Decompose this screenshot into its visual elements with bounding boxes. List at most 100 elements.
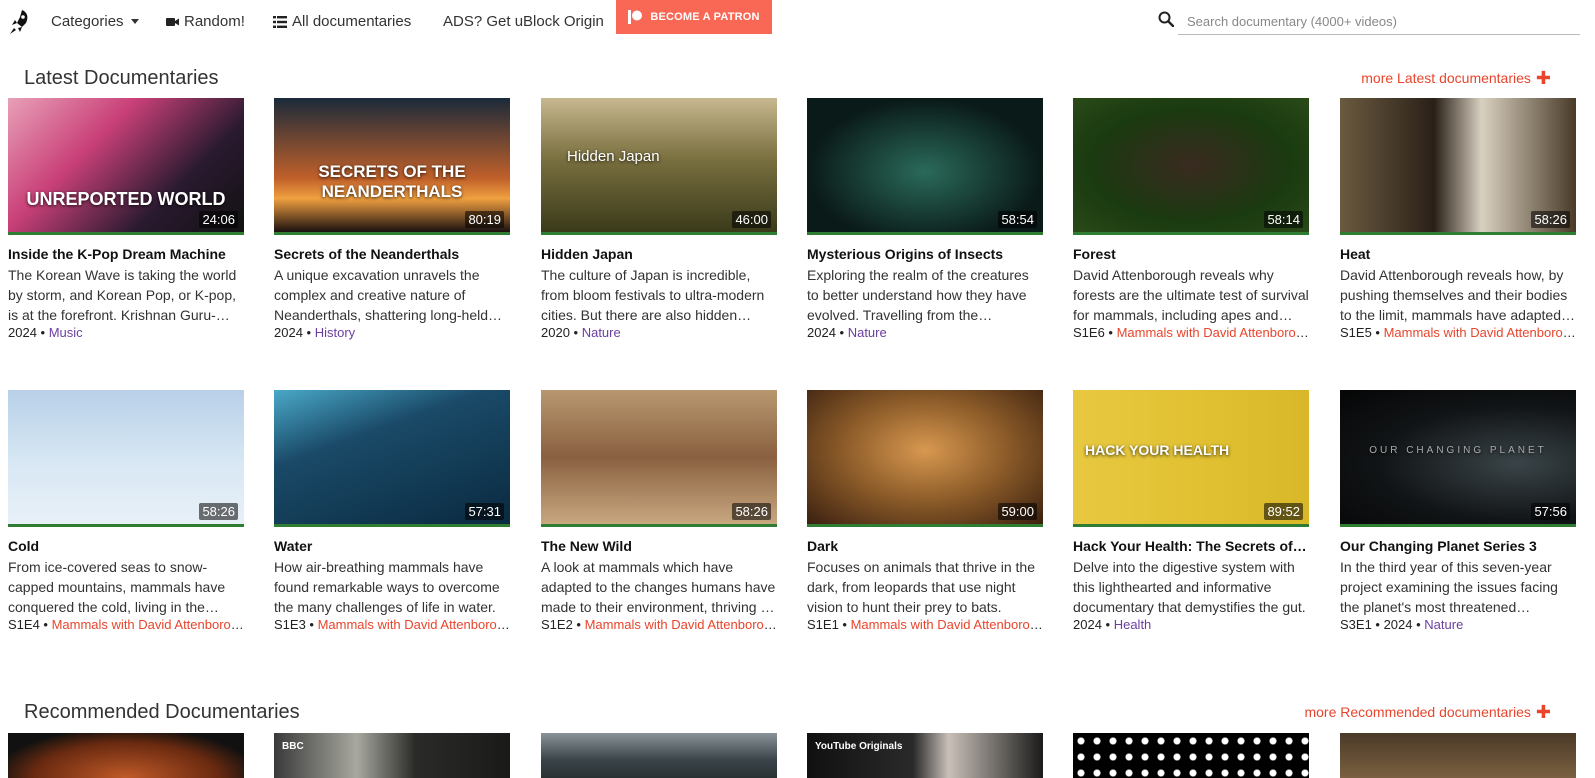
thumbnail[interactable]: 58:26: [8, 390, 244, 527]
thumbnail[interactable]: HACK YOUR HEALTH 89:52: [1073, 390, 1309, 527]
documentary-card[interactable]: 58:54 Mysterious Origins of Insects Explor…: [807, 98, 1043, 340]
more-recommended-link[interactable]: more Recommended documentaries ✚: [1304, 703, 1551, 721]
more-latest-link[interactable]: more Latest documentaries ✚: [1361, 69, 1551, 87]
recommended-thumbnail[interactable]: BBC: [274, 733, 510, 778]
category-link[interactable]: Mammals with David Attenborough: [585, 617, 777, 632]
duration-badge: 58:14: [1264, 211, 1303, 228]
documentary-card[interactable]: Hidden Japan 46:00 Hidden Japan The culture…: [541, 98, 777, 340]
meta-info: 2024: [8, 325, 37, 340]
documentary-card[interactable]: 58:26 Heat David Attenborough reveals how,…: [1340, 98, 1576, 340]
thumbnail[interactable]: 59:00: [807, 390, 1043, 527]
recommended-thumbnail[interactable]: [541, 733, 777, 778]
search-icon[interactable]: [1158, 11, 1174, 27]
category-link[interactable]: Nature: [848, 325, 887, 340]
categories-dropdown[interactable]: Categories: [51, 13, 139, 30]
card-title[interactable]: Secrets of the Neanderthals: [274, 246, 510, 262]
duration-badge: 57:31: [465, 503, 504, 520]
card-title[interactable]: Cold: [8, 538, 244, 554]
card-title[interactable]: Water: [274, 538, 510, 554]
list-icon: [273, 15, 287, 28]
category-link[interactable]: History: [315, 325, 355, 340]
documentary-card[interactable]: 58:26 The New Wild A look at mammals which…: [541, 390, 777, 632]
meta-info: S1E2: [541, 617, 573, 632]
documentary-card[interactable]: 58:14 Forest David Attenborough reveals wh…: [1073, 98, 1309, 340]
card-title[interactable]: Inside the K-Pop Dream Machine: [8, 246, 244, 262]
recommended-thumbnail[interactable]: YouTube Originals: [807, 733, 1043, 778]
random-link[interactable]: Random!: [166, 13, 245, 30]
separator-dot: •: [1371, 325, 1384, 340]
card-title[interactable]: The New Wild: [541, 538, 777, 554]
category-link[interactable]: Mammals with David Attenborough: [1117, 325, 1309, 340]
documentary-card[interactable]: HACK YOUR HEALTH 89:52 Hack Your Health: T…: [1073, 390, 1309, 632]
card-description: Focuses on animals that thrive in the da…: [807, 559, 1036, 615]
documentary-card[interactable]: UNREPORTED WORLD 24:06 Inside the K-Pop Dr…: [8, 98, 244, 340]
card-meta: S1E5 • Mammals with David Attenborough: [1340, 325, 1576, 340]
thumbnail[interactable]: Hidden Japan 46:00: [541, 98, 777, 235]
card-title[interactable]: Hidden Japan: [541, 246, 777, 262]
documentary-card[interactable]: 59:00 Dark Focuses on animals that thrive …: [807, 390, 1043, 632]
card-description: The Korean Wave is taking the world by s…: [8, 267, 237, 323]
card-title[interactable]: Forest: [1073, 246, 1309, 262]
search-input[interactable]: [1178, 8, 1580, 35]
category-link[interactable]: Music: [49, 325, 83, 340]
meta-info: 2024: [274, 325, 303, 340]
separator-dot: •: [1104, 325, 1117, 340]
thumbnail[interactable]: 58:14: [1073, 98, 1309, 235]
card-description: A unique excavation unravels the complex…: [274, 267, 489, 323]
card-description: In the third year of this seven-year pro…: [1340, 559, 1558, 615]
card-meta: S1E6 • Mammals with David Attenborough: [1073, 325, 1309, 340]
thumbnail[interactable]: 58:26: [541, 390, 777, 527]
card-title[interactable]: Mysterious Origins of Insects: [807, 246, 1043, 262]
thumbnail[interactable]: OUR CHANGING PLANET 57:56: [1340, 390, 1576, 527]
duration-badge: 58:54: [998, 211, 1037, 228]
rocket-logo-icon[interactable]: [8, 9, 30, 35]
all-documentaries-link[interactable]: All documentaries: [273, 13, 411, 30]
meta-info: 2020: [541, 325, 570, 340]
documentary-card[interactable]: 57:31 Water How air-breathing mammals have…: [274, 390, 510, 632]
category-link[interactable]: Mammals with David Attenborough: [1384, 325, 1576, 340]
documentary-card[interactable]: 58:26 Cold From ice-covered seas to snow-c…: [8, 390, 244, 632]
documentary-card[interactable]: SECRETS OF THE NEANDERTHALS 80:19 Secrets …: [274, 98, 510, 340]
category-link[interactable]: Mammals with David Attenborough: [851, 617, 1043, 632]
card-description: The culture of Japan is incredible, from…: [541, 267, 765, 323]
card-description: A look at mammals which have adapted to …: [541, 559, 776, 615]
card-description: Exploring the realm of the creatures to …: [807, 267, 1029, 323]
duration-badge: 57:56: [1531, 503, 1570, 520]
category-link[interactable]: Mammals with David Attenborough: [318, 617, 510, 632]
category-link[interactable]: Nature: [1424, 617, 1463, 632]
thumbnail[interactable]: 58:54: [807, 98, 1043, 235]
separator-dot: •: [39, 617, 52, 632]
card-title[interactable]: Dark: [807, 538, 1043, 554]
recommended-thumbnail[interactable]: [8, 733, 244, 778]
meta-info: S3E1 • 2024: [1340, 617, 1413, 632]
card-description: David Attenborough reveals why forests a…: [1073, 267, 1309, 323]
ublock-link[interactable]: ADS? Get uBlock Origin: [443, 13, 604, 30]
meta-info: 2024: [1073, 617, 1102, 632]
category-link[interactable]: Nature: [582, 325, 621, 340]
thumbnail-caption: HACK YOUR HEALTH: [1085, 442, 1230, 458]
ads-label: ADS?: [443, 13, 483, 30]
duration-badge: 46:00: [732, 211, 771, 228]
meta-info: S1E4: [8, 617, 40, 632]
become-patron-button[interactable]: BECOME A PATRON: [616, 0, 772, 34]
ublock-label: Get uBlock Origin: [482, 13, 604, 30]
card-title[interactable]: Hack Your Health: The Secrets of Your Gu…: [1073, 538, 1309, 554]
documentary-card[interactable]: OUR CHANGING PLANET 57:56 Our Changing Pla…: [1340, 390, 1576, 632]
card-description: How air-breathing mammals have found rem…: [274, 559, 500, 615]
category-link[interactable]: Mammals with David Attenborough: [52, 617, 244, 632]
separator-dot: •: [569, 325, 582, 340]
thumbnail[interactable]: 58:26: [1340, 98, 1576, 235]
thumbnail[interactable]: UNREPORTED WORLD 24:06: [8, 98, 244, 235]
card-meta: 2024 • Music: [8, 325, 244, 340]
recommended-thumbnail[interactable]: [1073, 733, 1309, 778]
thumbnail[interactable]: 57:31: [274, 390, 510, 527]
recommended-thumbnail[interactable]: [1340, 733, 1576, 778]
card-meta: S3E1 • 2024 • Nature: [1340, 617, 1576, 632]
category-link[interactable]: Health: [1114, 617, 1152, 632]
card-title[interactable]: Heat: [1340, 246, 1576, 262]
duration-badge: 89:52: [1264, 503, 1303, 520]
thumbnail[interactable]: SECRETS OF THE NEANDERTHALS 80:19: [274, 98, 510, 235]
card-title[interactable]: Our Changing Planet Series 3: [1340, 538, 1576, 554]
caret-down-icon: [130, 19, 139, 24]
card-meta: 2020 • Nature: [541, 325, 777, 340]
